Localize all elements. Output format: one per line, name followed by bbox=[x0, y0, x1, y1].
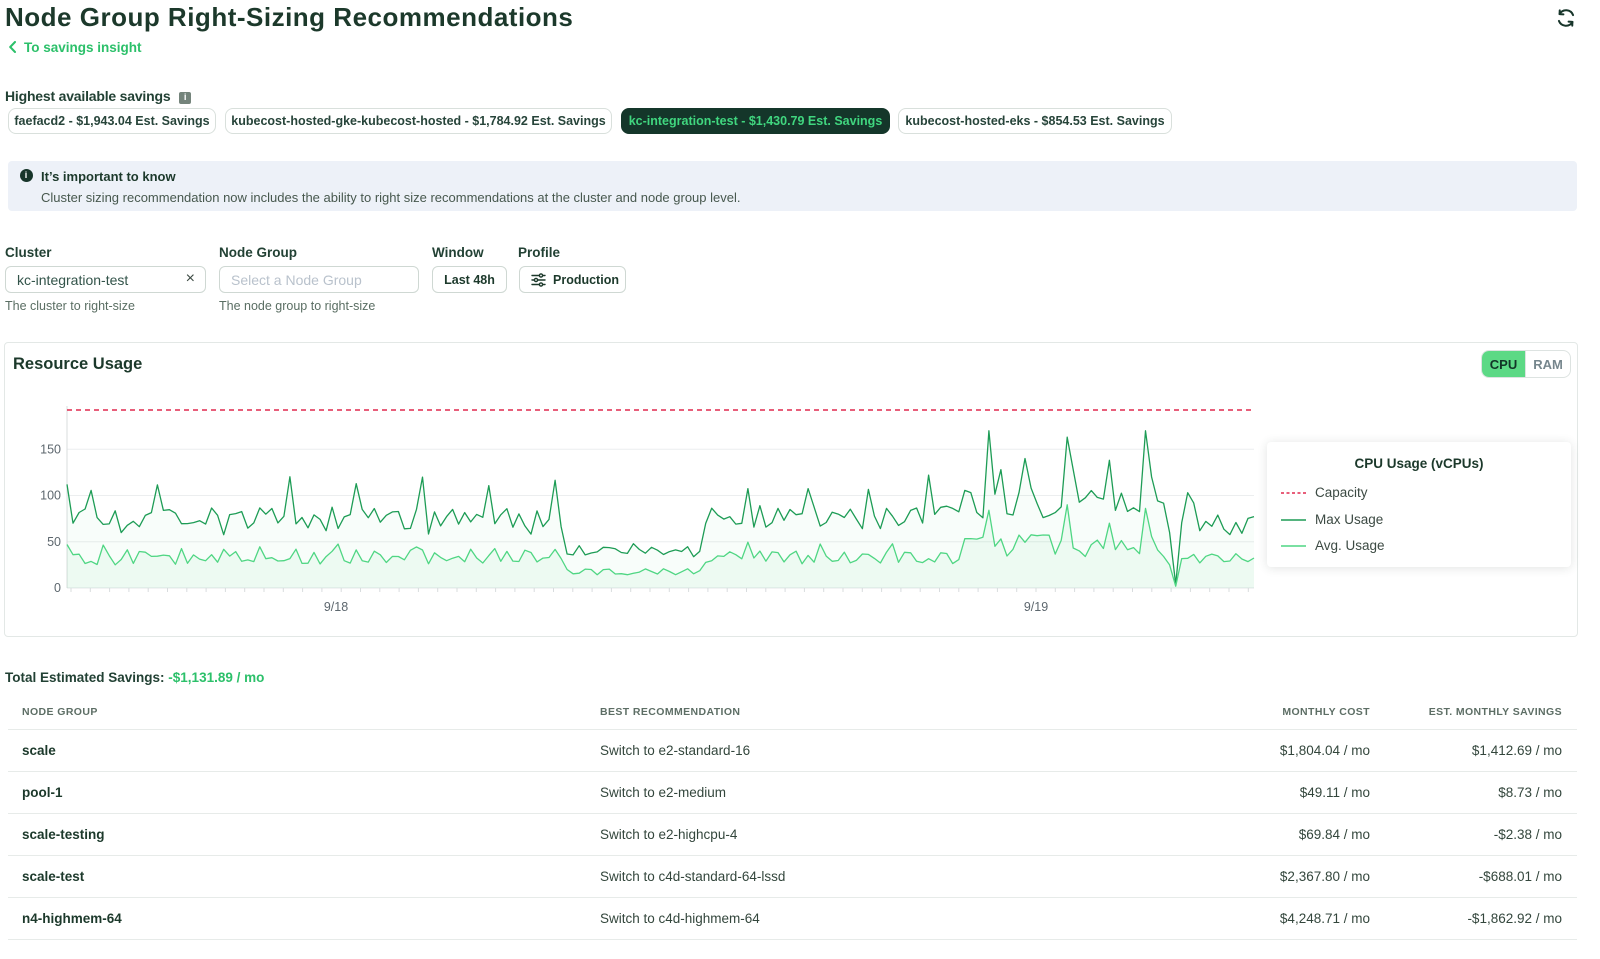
svg-text:9/19: 9/19 bbox=[1024, 600, 1048, 614]
svg-text:150: 150 bbox=[40, 443, 61, 457]
svg-text:9/18: 9/18 bbox=[324, 600, 348, 614]
svg-text:50: 50 bbox=[47, 535, 61, 549]
svg-text:0: 0 bbox=[54, 581, 61, 595]
svg-text:100: 100 bbox=[40, 489, 61, 503]
